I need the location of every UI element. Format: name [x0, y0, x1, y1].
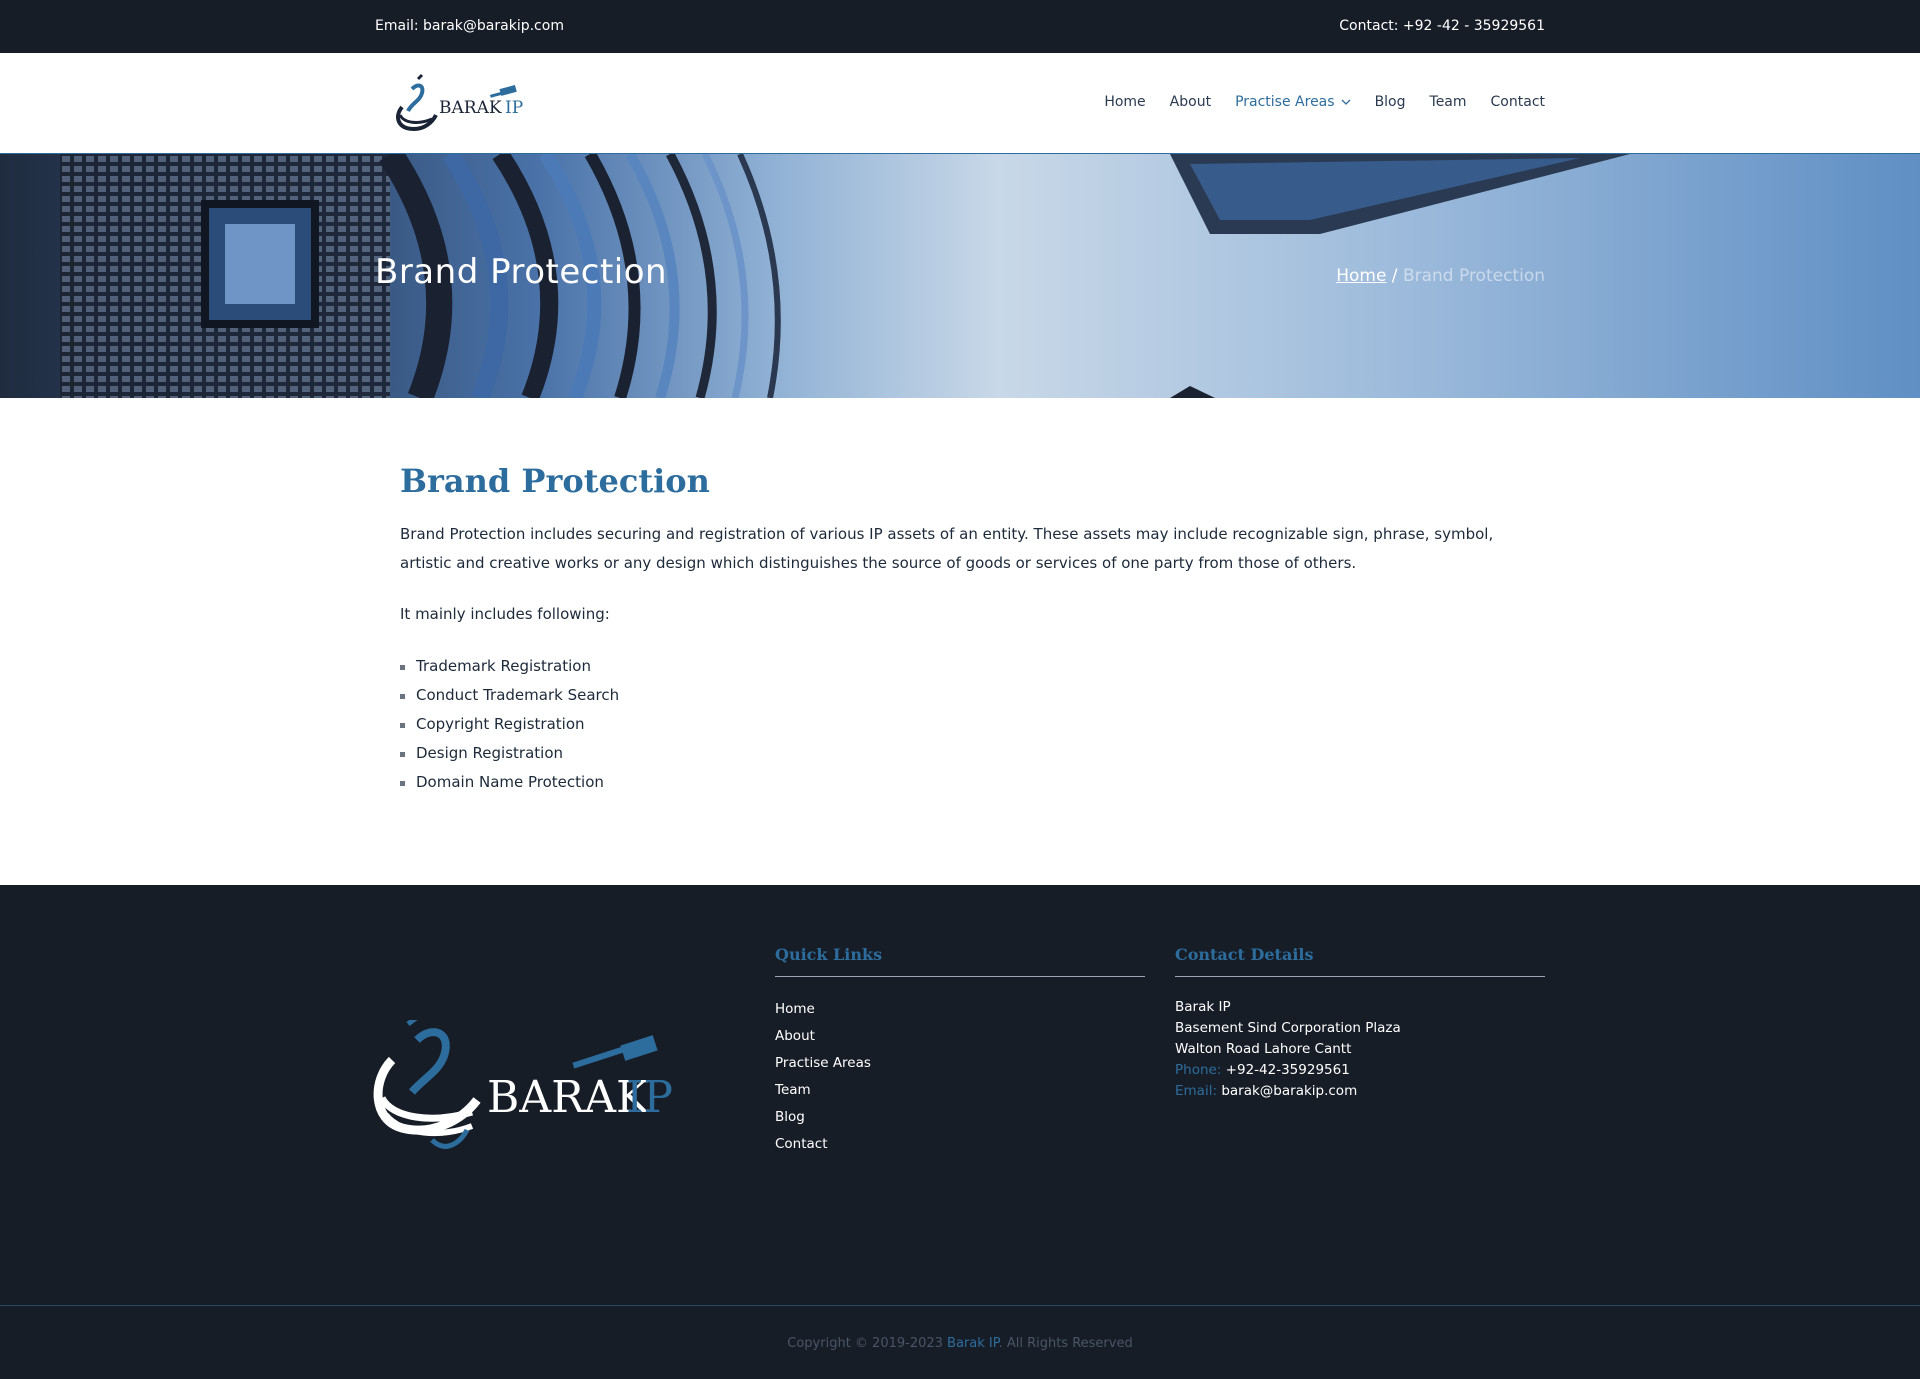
page-banner: Brand Protection Home / Brand Protection	[0, 154, 1920, 398]
chevron-down-icon	[1341, 99, 1351, 105]
contact-details: Barak IP Basement Sind Corporation Plaza…	[1175, 995, 1545, 1104]
footer-link-contact[interactable]: Contact	[775, 1128, 1145, 1161]
breadcrumb: Home / Brand Protection	[1336, 266, 1545, 286]
site-header: BARAK IP Home About Practise Areas Blog …	[0, 53, 1920, 154]
top-bar: Email: barak@barakip.com Contact: +92 -4…	[0, 0, 1920, 53]
email-row: Email: barak@barakip.com	[1175, 1079, 1545, 1104]
quick-links-column: Quick Links Home About Practise Areas Te…	[775, 945, 1145, 1161]
list-item: Conduct Trademark Search	[400, 681, 1520, 710]
breadcrumb-home[interactable]: Home	[1336, 266, 1386, 286]
nav-about[interactable]: About	[1170, 94, 1211, 110]
footer-divider	[0, 1305, 1920, 1306]
breadcrumb-separator: /	[1386, 266, 1403, 286]
phone-link[interactable]: +92-42-35929561	[1226, 1062, 1350, 1078]
nav-blog[interactable]: Blog	[1375, 94, 1406, 110]
svg-text:BARAK: BARAK	[439, 98, 502, 118]
email-label: Email:	[1175, 1083, 1218, 1099]
nav-team[interactable]: Team	[1430, 94, 1467, 110]
phone-label: Phone:	[1175, 1062, 1222, 1078]
breadcrumb-current: Brand Protection	[1402, 266, 1545, 286]
barak-ip-logo-icon: BARAK IP	[373, 1016, 673, 1149]
main-nav: Home About Practise Areas Blog Team Cont…	[1104, 94, 1545, 110]
copyright-suffix: . All Rights Reserved	[998, 1336, 1133, 1351]
banner-title: Brand Protection	[375, 252, 668, 292]
svg-text:IP: IP	[505, 98, 523, 118]
site-logo[interactable]: BARAK IP	[392, 71, 532, 137]
topbar-contact[interactable]: Contact: +92 -42 - 35929561	[1339, 18, 1545, 34]
list-item: Domain Name Protection	[400, 768, 1520, 797]
copyright-prefix: Copyright © 2019-2023	[787, 1336, 948, 1351]
nav-home[interactable]: Home	[1104, 94, 1145, 110]
topbar-email[interactable]: Email: barak@barakip.com	[375, 18, 564, 34]
list-intro: It mainly includes following:	[400, 605, 610, 623]
page-title: Brand Protection	[400, 462, 710, 500]
intro-paragraph: Brand Protection includes securing and r…	[400, 525, 1494, 572]
svg-text:IP: IP	[626, 1072, 673, 1123]
building-background-image	[60, 154, 1630, 398]
quick-links-list: Home About Practise Areas Team Blog Cont…	[775, 993, 1145, 1161]
list-item: Trademark Registration	[400, 652, 1520, 681]
copyright-brand-link[interactable]: Barak IP	[947, 1336, 999, 1351]
quick-links-title: Quick Links	[775, 945, 1145, 977]
copyright: Copyright © 2019-2023 Barak IP. All Righ…	[0, 1336, 1920, 1351]
list-item: Copyright Registration	[400, 710, 1520, 739]
barak-ip-logo-icon: BARAK IP	[396, 73, 523, 132]
site-footer: BARAK IP Quick Links Home About Practise…	[0, 885, 1920, 1379]
contact-details-title: Contact Details	[1175, 945, 1545, 977]
nav-practise-areas-label: Practise Areas	[1235, 94, 1335, 110]
main-content: Brand Protection Brand Protection includ…	[400, 462, 1520, 797]
email-link[interactable]: barak@barakip.com	[1221, 1083, 1357, 1099]
contact-details-column: Contact Details Barak IP Basement Sind C…	[1175, 945, 1545, 1104]
services-list: Trademark Registration Conduct Trademark…	[400, 652, 1520, 797]
list-item: Design Registration	[400, 739, 1520, 768]
nav-contact[interactable]: Contact	[1491, 94, 1545, 110]
footer-logo[interactable]: BARAK IP	[372, 1016, 682, 1165]
nav-practise-areas[interactable]: Practise Areas	[1235, 94, 1351, 110]
